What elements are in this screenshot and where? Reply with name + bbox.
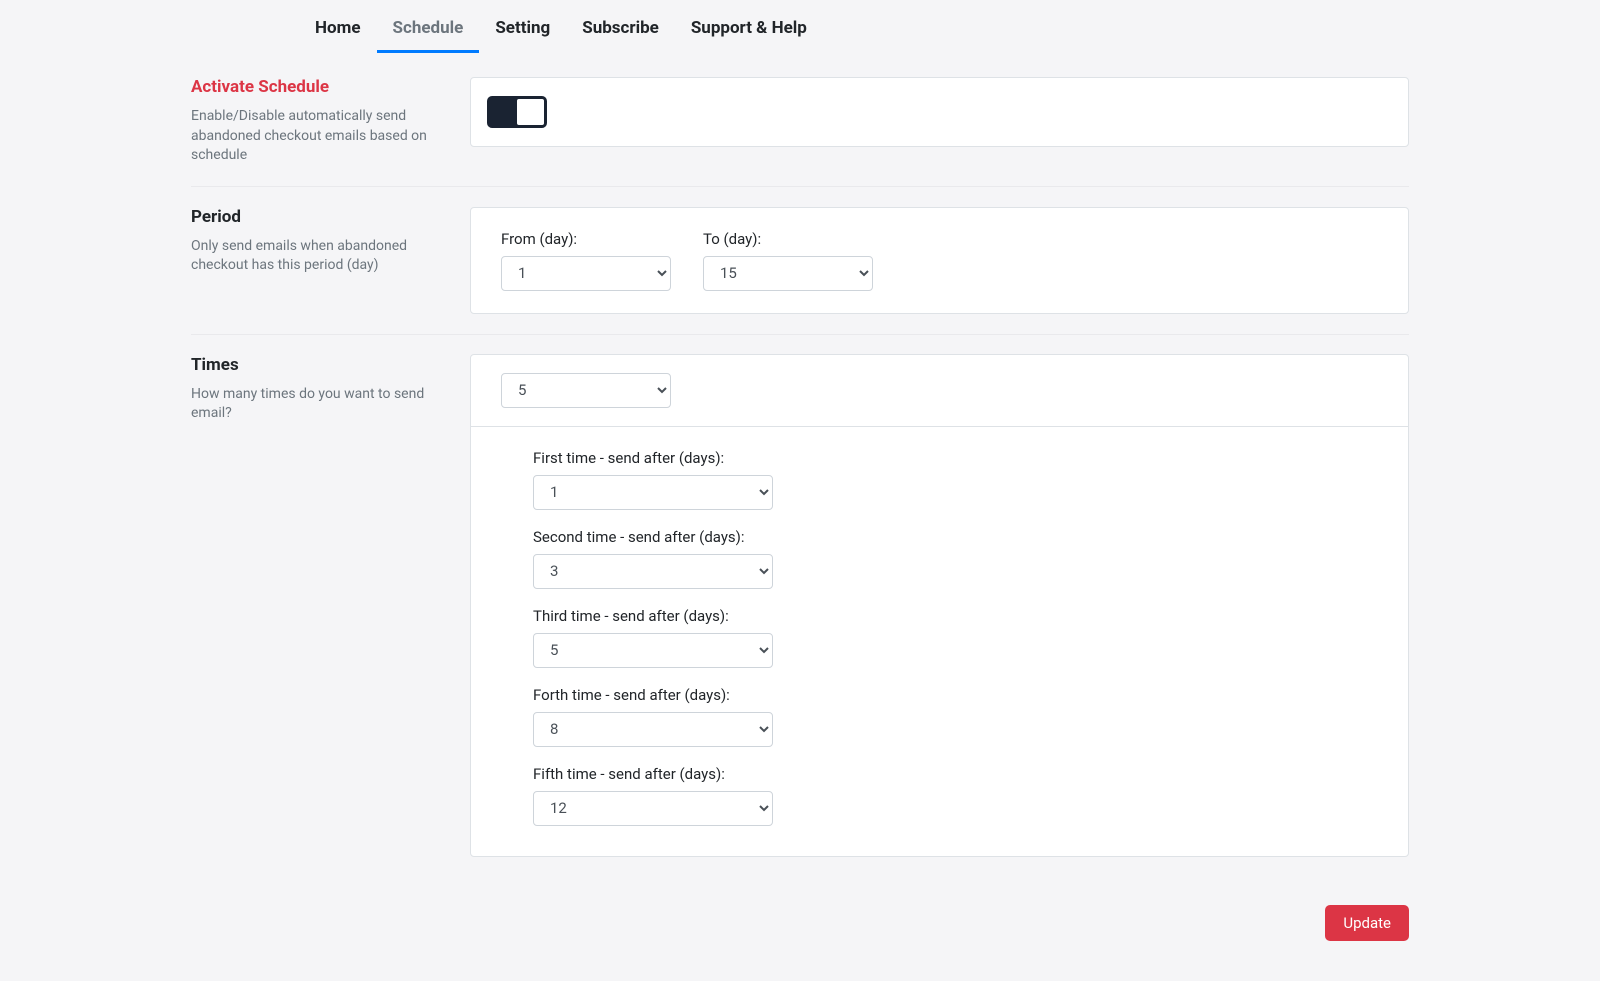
send-select-2[interactable]: 3 bbox=[533, 554, 773, 589]
times-count-select[interactable]: 5 bbox=[501, 373, 671, 408]
toggle-thumb bbox=[517, 99, 544, 125]
nav-schedule[interactable]: Schedule bbox=[377, 10, 480, 53]
nav-support-help[interactable]: Support & Help bbox=[675, 10, 823, 53]
send-label-3: Third time - send after (days): bbox=[533, 607, 1346, 625]
send-select-4[interactable]: 8 bbox=[533, 712, 773, 747]
period-from-label: From (day): bbox=[501, 230, 671, 248]
times-desc: How many times do you want to send email… bbox=[191, 385, 446, 424]
period-to-select[interactable]: 15 bbox=[703, 256, 873, 291]
activate-desc: Enable/Disable automatically send abando… bbox=[191, 107, 446, 166]
nav-setting[interactable]: Setting bbox=[479, 10, 566, 53]
section-times: Times How many times do you want to send… bbox=[191, 335, 1409, 877]
send-select-5[interactable]: 12 bbox=[533, 791, 773, 826]
period-to-label: To (day): bbox=[703, 230, 873, 248]
times-title: Times bbox=[191, 355, 446, 375]
top-nav: Home Schedule Setting Subscribe Support … bbox=[173, 0, 1427, 53]
send-label-1: First time - send after (days): bbox=[533, 449, 1346, 467]
period-from-select[interactable]: 1 bbox=[501, 256, 671, 291]
send-label-2: Second time - send after (days): bbox=[533, 528, 1346, 546]
period-title: Period bbox=[191, 207, 446, 227]
section-period: Period Only send emails when abandoned c… bbox=[191, 187, 1409, 335]
send-label-5: Fifth time - send after (days): bbox=[533, 765, 1346, 783]
activate-title: Activate Schedule bbox=[191, 77, 446, 97]
send-label-4: Forth time - send after (days): bbox=[533, 686, 1346, 704]
nav-home[interactable]: Home bbox=[299, 10, 377, 53]
send-select-3[interactable]: 5 bbox=[533, 633, 773, 668]
period-desc: Only send emails when abandoned checkout… bbox=[191, 237, 446, 276]
update-button[interactable]: Update bbox=[1325, 905, 1409, 941]
activate-toggle[interactable] bbox=[487, 96, 547, 128]
nav-subscribe[interactable]: Subscribe bbox=[566, 10, 675, 53]
send-select-1[interactable]: 1 bbox=[533, 475, 773, 510]
section-activate: Activate Schedule Enable/Disable automat… bbox=[191, 77, 1409, 187]
